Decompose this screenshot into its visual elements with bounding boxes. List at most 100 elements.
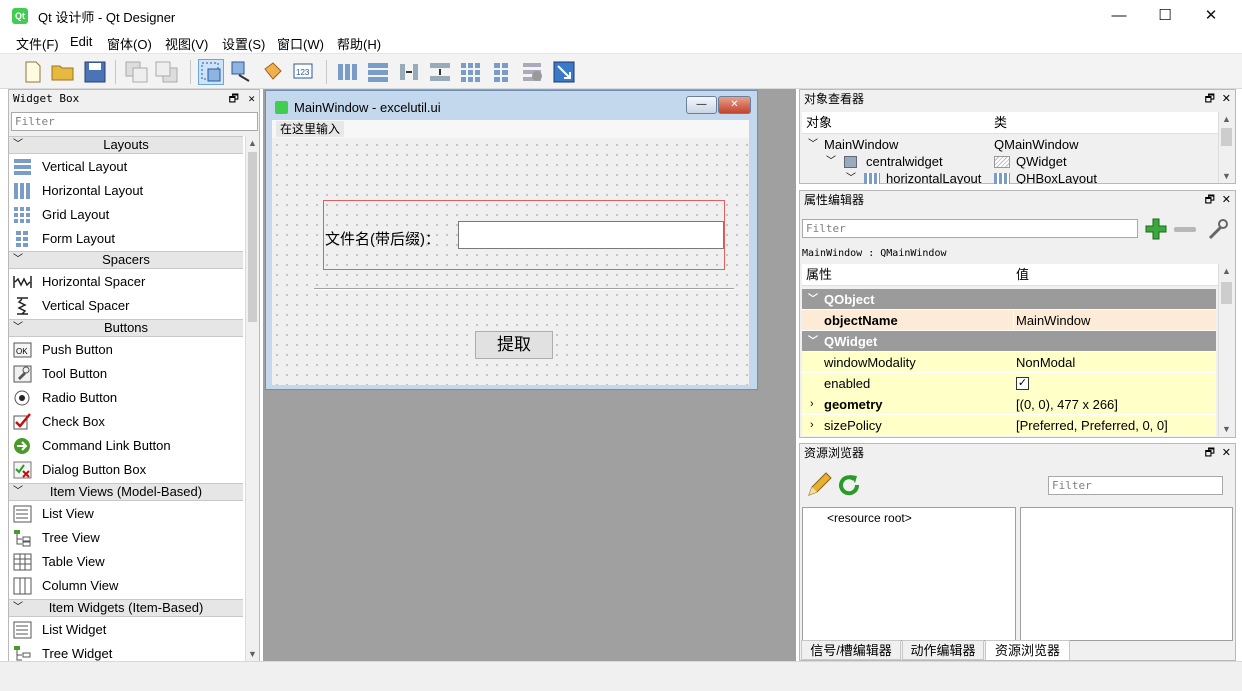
close-button[interactable]: ✕ xyxy=(1188,0,1234,31)
menu-settings[interactable]: 设置(S) xyxy=(222,34,265,53)
property-filter-input[interactable]: Filter xyxy=(802,219,1138,238)
layout-vertical-icon[interactable] xyxy=(365,59,391,85)
menu-form[interactable]: 窗体(O) xyxy=(107,34,152,53)
widget-grid-layout[interactable]: Grid Layout xyxy=(9,203,243,227)
edit-resources-icon[interactable] xyxy=(806,472,832,498)
resource-file-list[interactable] xyxy=(1020,507,1233,641)
widget-table-view[interactable]: Table View xyxy=(9,550,243,574)
close-icon[interactable]: ✕ xyxy=(1222,444,1231,462)
widget-command-link-button[interactable]: Command Link Button xyxy=(9,434,243,458)
widget-box-scrollbar[interactable]: ▲ ▼ xyxy=(245,136,259,661)
edit-signals-icon[interactable] xyxy=(229,59,255,85)
layout-form-icon[interactable] xyxy=(489,59,515,85)
widget-radio-button[interactable]: Radio Button xyxy=(9,386,243,410)
property-editor-scrollbar[interactable]: ▲ ▼ xyxy=(1218,264,1234,436)
float-icon[interactable]: 🗗 xyxy=(229,90,239,108)
filename-label[interactable]: 文件名(带后缀)： xyxy=(325,228,440,249)
scroll-down-icon[interactable]: ▼ xyxy=(246,649,259,659)
widget-form-layout[interactable]: Form Layout xyxy=(9,227,243,251)
scroll-up-icon[interactable]: ▲ xyxy=(246,138,259,148)
scroll-thumb[interactable] xyxy=(1221,128,1232,146)
layout-v-splitter-icon[interactable] xyxy=(427,59,453,85)
scroll-up-icon[interactable]: ▲ xyxy=(1219,114,1234,124)
scroll-down-icon[interactable]: ▼ xyxy=(1219,424,1234,434)
resource-filter-input[interactable]: Filter xyxy=(1048,476,1223,495)
menu-type-here[interactable]: 在这里输入 xyxy=(276,121,345,137)
tab-action-editor[interactable]: 动作编辑器 xyxy=(902,640,984,660)
close-icon[interactable]: ✕ xyxy=(1222,90,1231,108)
tab-resource-browser[interactable]: 资源浏览器 xyxy=(985,640,1070,660)
widget-filter-input[interactable]: Filter xyxy=(11,112,258,131)
widget-dialog-button-box[interactable]: Dialog Button Box xyxy=(9,458,243,482)
widget-vertical-spacer[interactable]: Vertical Spacer xyxy=(9,294,243,318)
menu-window[interactable]: 窗口(W) xyxy=(277,34,324,53)
widget-tool-button[interactable]: Tool Button xyxy=(9,362,243,386)
resource-root-item[interactable]: <resource root> xyxy=(827,511,912,525)
edit-buddies-icon[interactable] xyxy=(260,59,286,85)
extract-button[interactable]: 提取 xyxy=(475,331,553,359)
menu-file[interactable]: 文件(F) xyxy=(16,34,59,53)
new-file-icon[interactable] xyxy=(20,59,46,85)
adjust-size-icon[interactable] xyxy=(551,59,577,85)
remove-property-icon[interactable] xyxy=(1174,227,1196,232)
menu-view[interactable]: 视图(V) xyxy=(165,34,208,53)
resource-tree[interactable]: <resource root> xyxy=(802,507,1016,641)
widget-horizontal-layout[interactable]: Horizontal Layout xyxy=(9,179,243,203)
property-row-sizepolicy[interactable]: › sizePolicy [Preferred, Preferred, 0, 0… xyxy=(802,415,1216,436)
form-canvas[interactable]: 在这里输入 文件名(带后缀)： 提取 xyxy=(272,120,749,385)
widget-list-view[interactable]: List View xyxy=(9,502,243,526)
filename-input[interactable] xyxy=(458,221,724,249)
horizontal-line[interactable] xyxy=(314,288,734,290)
form-minimize-button[interactable]: — xyxy=(686,96,717,114)
category-item-widgets[interactable]: ﹀ Item Widgets (Item-Based) xyxy=(9,599,243,617)
property-row-geometry[interactable]: › geometry [(0, 0), 477 x 266] xyxy=(802,394,1216,415)
form-close-button[interactable]: ✕ xyxy=(718,96,751,114)
category-item-views[interactable]: ﹀ Item Views (Model-Based) xyxy=(9,483,243,501)
scroll-down-icon[interactable]: ▼ xyxy=(1219,171,1234,181)
widget-push-button[interactable]: OK Push Button xyxy=(9,338,243,362)
edit-widgets-icon[interactable] xyxy=(198,59,224,85)
save-icon[interactable] xyxy=(82,59,108,85)
layout-horizontal-icon[interactable] xyxy=(334,59,360,85)
float-icon[interactable]: 🗗 xyxy=(1205,90,1215,108)
tree-row[interactable]: ﹀ horizontalLayout QHBoxLayout xyxy=(802,170,1218,184)
category-layouts[interactable]: ﹀ Layouts xyxy=(9,136,243,154)
layout-grid-icon[interactable] xyxy=(458,59,484,85)
tab-signal-slot-editor[interactable]: 信号/槽编辑器 xyxy=(801,640,901,660)
widget-check-box[interactable]: Check Box xyxy=(9,410,243,434)
open-folder-icon[interactable] xyxy=(50,59,76,85)
float-icon[interactable]: 🗗 xyxy=(1205,191,1215,209)
property-row-objectname[interactable]: objectName MainWindow xyxy=(802,310,1216,331)
minimize-button[interactable]: — xyxy=(1096,0,1142,31)
widget-tree-widget[interactable]: Tree Widget xyxy=(9,642,243,662)
layout-h-splitter-icon[interactable] xyxy=(396,59,422,85)
widget-list-widget[interactable]: List Widget xyxy=(9,618,243,642)
widget-horizontal-spacer[interactable]: Horizontal Spacer xyxy=(9,270,243,294)
property-row-enabled[interactable]: enabled ✓ xyxy=(802,373,1216,394)
reload-icon[interactable] xyxy=(836,472,862,498)
menu-help[interactable]: 帮助(H) xyxy=(337,34,381,53)
scroll-up-icon[interactable]: ▲ xyxy=(1219,266,1234,276)
widget-tree-view[interactable]: Tree View xyxy=(9,526,243,550)
break-layout-icon[interactable] xyxy=(520,59,546,85)
maximize-button[interactable]: ☐ xyxy=(1142,0,1188,31)
tree-row[interactable]: ﹀ centralwidget QWidget xyxy=(802,153,1218,170)
widget-vertical-layout[interactable]: Vertical Layout xyxy=(9,155,243,179)
close-icon[interactable]: ✕ xyxy=(1222,191,1231,209)
property-group-qobject[interactable]: ﹀ QObject xyxy=(802,289,1216,310)
float-icon[interactable]: 🗗 xyxy=(1205,444,1215,462)
send-to-back-icon[interactable] xyxy=(124,59,150,85)
enabled-checkbox[interactable]: ✓ xyxy=(1016,377,1029,390)
configure-icon[interactable] xyxy=(1206,217,1230,241)
tree-row[interactable]: ﹀ MainWindow QMainWindow xyxy=(802,136,1218,153)
menu-edit[interactable]: Edit xyxy=(70,34,92,49)
bring-to-front-icon[interactable] xyxy=(154,59,180,85)
object-inspector-scrollbar[interactable]: ▲ ▼ xyxy=(1218,112,1234,183)
scroll-thumb[interactable] xyxy=(1221,282,1232,304)
scroll-thumb[interactable] xyxy=(248,152,257,322)
property-row-windowmodality[interactable]: windowModality NonModal xyxy=(802,352,1216,373)
add-property-icon[interactable] xyxy=(1144,217,1168,241)
edit-tab-order-icon[interactable]: 123 xyxy=(291,59,317,85)
category-spacers[interactable]: ﹀ Spacers xyxy=(9,251,243,269)
property-group-qwidget[interactable]: ﹀ QWidget xyxy=(802,331,1216,352)
